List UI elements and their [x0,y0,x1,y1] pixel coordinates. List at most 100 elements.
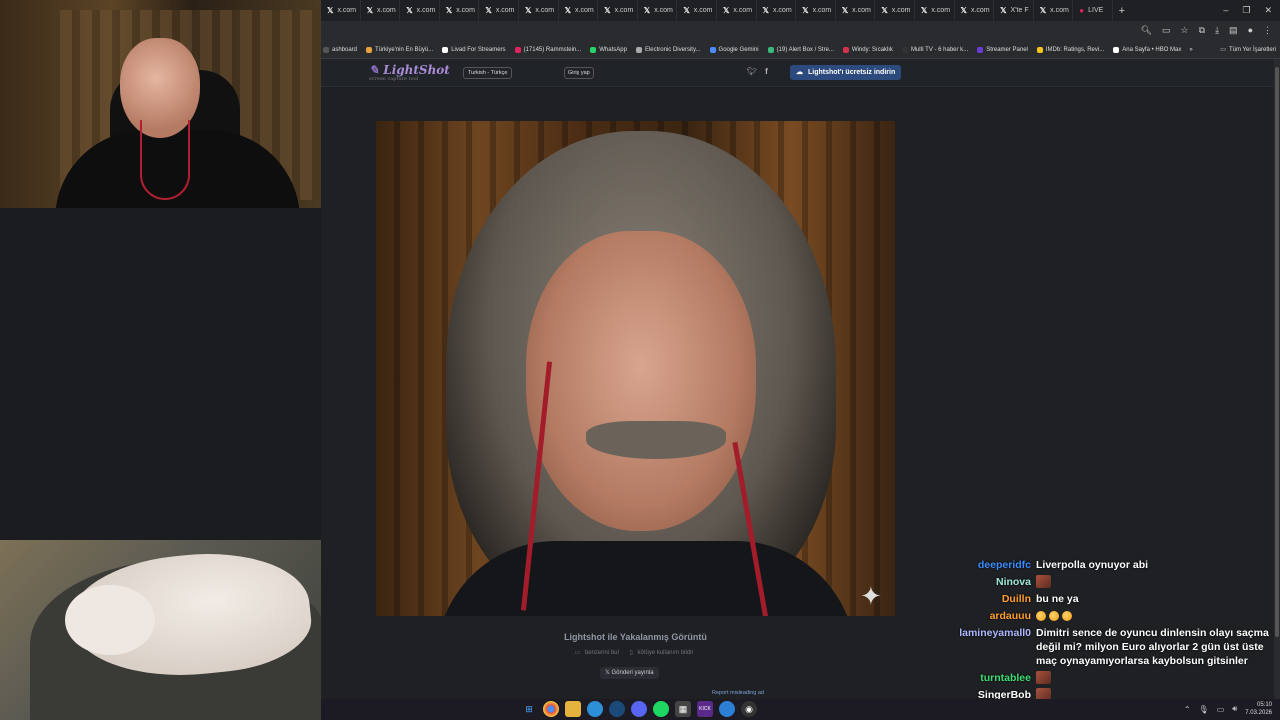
windows-start-icon[interactable]: ⊞ [521,701,537,717]
language-select[interactable]: Turkish - Türkçe [463,67,513,79]
browser-tab[interactable]: 𝕏x.com [479,0,519,21]
browser-tab[interactable]: 𝕏x.com [836,0,876,21]
microphone-icon[interactable]: 🎙︎ [1199,705,1209,714]
browser-tab[interactable]: 𝕏x.com [757,0,797,21]
network-icon[interactable]: ▭ [1217,705,1225,714]
close-icon[interactable]: ✕ [1264,5,1272,16]
browser-tab[interactable]: 𝕏x.com [598,0,638,21]
all-bookmarks-folder[interactable]: ▭ Tüm Yer İşaretleri [1220,46,1280,54]
browser-tab[interactable]: ● LIVE [1073,0,1113,21]
restore-icon[interactable]: ❐ [1242,5,1250,16]
browser-tab-label: X'te F [1010,7,1029,14]
post-to-x-button[interactable]: 𝕏 Gönderi yayınla [600,667,659,679]
bookmark-star-icon[interactable]: ☆ [1181,25,1189,36]
bookmark-item[interactable]: IMDb: Ratings, Revi... [1036,46,1105,53]
report-abuse-link[interactable]: ▯ kötüye kullanım bildir [630,650,697,656]
chat-emote-icon [1036,671,1051,684]
find-similar-link[interactable]: ▭ benzerini bul [574,650,621,656]
spotify-icon[interactable] [653,701,669,717]
browser-tab[interactable]: 𝕏x.com [638,0,678,21]
bookmark-item[interactable]: ashboard [323,46,357,53]
browser-tab[interactable]: 𝕏x.com [321,0,361,21]
chrome-icon[interactable] [543,701,559,717]
bookmark-label: Multi TV - 6 haber k... [910,46,969,53]
browser-tab[interactable]: 𝕏x.com [400,0,440,21]
zoom-icon[interactable]: 🔍︎ [1141,25,1152,36]
cast-icon[interactable]: ▭ [1162,25,1171,36]
browser-tab-bar: 𝕏x.com 𝕏x.com 𝕏x.com 𝕏x.com 𝕏x.com 𝕏x.com 𝕏x.c… [321,0,1280,21]
bookmark-item[interactable]: Streamer Panel [977,46,1028,53]
bookmark-label: (17145) Rammstein... [523,46,582,53]
browser-tab-label: x.com [1050,7,1069,14]
minimize-icon[interactable]: – [1223,5,1228,16]
menu-icon[interactable]: ⋮ [1263,25,1272,36]
report-abuse-label: kötüye kullanım bildir [637,650,694,656]
bookmark-label: IMDb: Ratings, Revi... [1045,46,1105,53]
bookmark-label: Google Gemini [718,46,759,53]
chat-text: Dimitri sence de oyuncu dinlensin olayı … [1036,627,1269,667]
file-explorer-icon[interactable] [565,701,581,717]
bookmark-item[interactable]: Livad For Streamers [442,46,506,53]
twitter-icon[interactable]: 🐦︎ [747,67,757,76]
discord-icon[interactable] [631,701,647,717]
bookmark-favicon-icon [842,46,849,53]
bookmark-item[interactable]: Windy: Sıcaklık [842,46,893,53]
bookmark-item[interactable]: Türkiye'nin En Büyü... [366,46,433,53]
taskbar: ⊞ ▦ KICK ◉ ⌃ 🎙︎ ▭ 🔊︎ 05:10 7.03.2026 [321,699,1280,720]
browser-tab[interactable]: 𝕏x.com [559,0,599,21]
browser-tab[interactable]: 𝕏x.com [519,0,559,21]
photo-face [526,231,756,531]
youtube-icon: ● [1079,6,1085,15]
bookmark-item[interactable]: Ana Sayfa • HBO Max [1113,46,1181,53]
browser-tab[interactable]: 𝕏x.com [796,0,836,21]
overlay-empty-panel [0,208,321,540]
browser-tab-label: x.com [456,7,475,14]
x-logo-icon: 𝕏 [960,6,967,15]
x-logo-icon: 𝕏 [881,6,888,15]
browser-tab[interactable]: 𝕏x.com [361,0,401,21]
chat-message: deeperidfc Liverpolla oynuyor abi [940,558,1280,572]
browser-tab[interactable]: 𝕏 X'te F [994,0,1034,21]
remote-app-icon[interactable] [719,701,735,717]
browser-tab[interactable]: 𝕏x.com [717,0,757,21]
browser-tab-label: x.com [891,7,911,14]
bookmark-item[interactable]: (17145) Rammstein... [514,46,582,53]
bookmark-item[interactable]: (19) Alert Box / Stre... [767,46,834,53]
bookmark-item[interactable]: Electronic Diversity... [635,46,701,53]
browser-tab[interactable]: 𝕏x.com [440,0,480,21]
bookmarks-more-button[interactable]: » [1189,47,1192,53]
browser-tab[interactable]: 𝕏x.com [875,0,915,21]
download-icon[interactable]: ⤓ [1215,25,1219,36]
tray-expand-icon[interactable]: ⌃ [1184,705,1191,714]
report-ad-link[interactable]: Report misleading ad [712,690,764,696]
bookmark-item[interactable]: Multi TV - 6 haber k... [901,46,969,53]
edge-icon[interactable] [587,701,603,717]
x-logo-icon: 𝕏 [604,6,611,15]
clock[interactable]: 05:10 7.03.2026 [1245,701,1272,717]
download-lightshot-button[interactable]: ☁ Lightshot'ı ücretsiz indirin [790,65,902,80]
calculator-icon[interactable]: ▦ [675,701,691,717]
sidebar-icon[interactable]: ▤ [1229,25,1238,36]
browser-tab[interactable]: 𝕏x.com [677,0,717,21]
steam-icon[interactable] [609,701,625,717]
profile-icon[interactable]: ● [1248,25,1253,36]
bookmark-label: WhatsApp [599,46,627,53]
chat-username: lamineyamall0 [959,627,1031,639]
browser-tab[interactable]: 𝕏x.com [955,0,995,21]
facebook-icon[interactable]: f [765,67,768,76]
volume-icon[interactable]: 🔊︎ [1232,704,1237,714]
x-logo-icon: 𝕏 [524,6,532,15]
extensions-icon[interactable]: ⧉ [1199,25,1205,36]
bookmark-item[interactable]: Google Gemini [709,46,759,53]
login-button[interactable]: Giriş yap [564,67,594,79]
webcam-overlay [0,0,321,208]
streaming-app-icon[interactable]: KICK [697,701,713,717]
bookmark-item[interactable]: WhatsApp [590,46,627,53]
obs-icon[interactable]: ◉ [741,701,757,717]
lightshot-logo[interactable]: ✎ LightShot screen capture tool [369,63,450,82]
new-tab-button[interactable]: + [1113,5,1131,17]
browser-tab[interactable]: 𝕏x.com [915,0,955,21]
toolbar-icons: 🔍︎ ▭ ☆ ⧉ ⤓ ▤ ● ⋮ [1141,25,1272,36]
scrollbar-thumb[interactable] [1275,67,1279,637]
browser-tab[interactable]: 𝕏x.com [1034,0,1074,21]
